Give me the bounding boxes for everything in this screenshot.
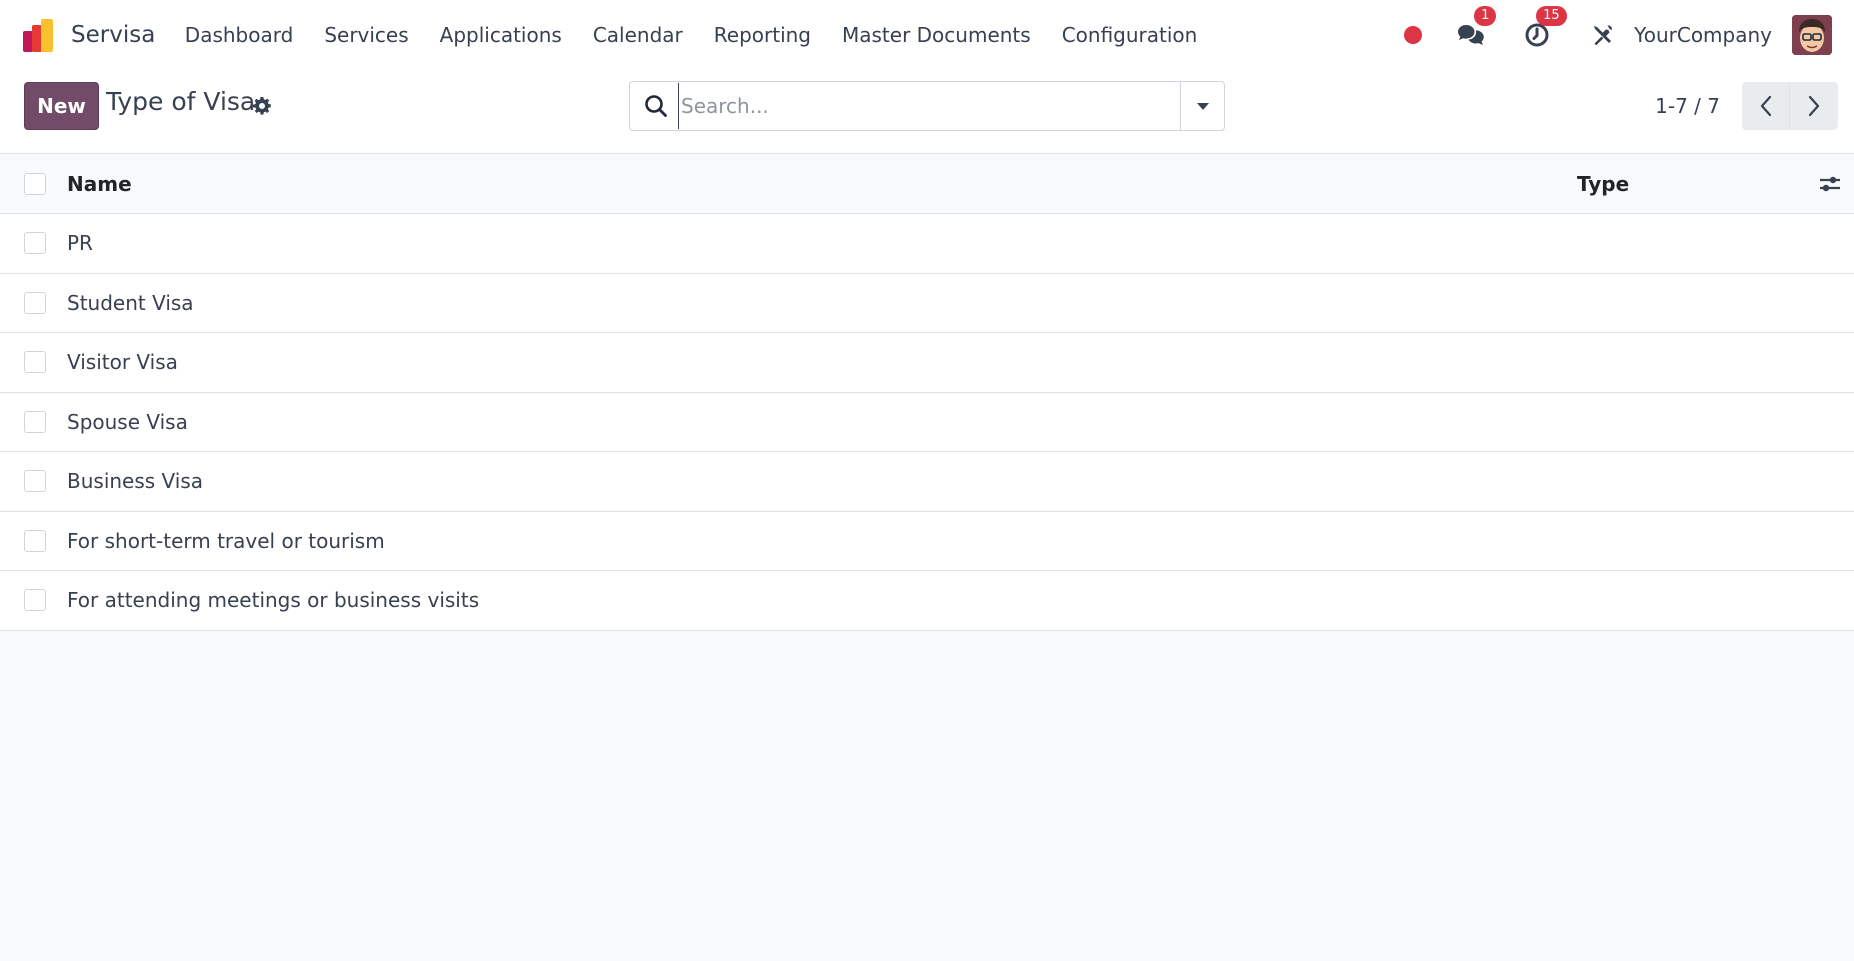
cell-name: Student Visa [67, 290, 194, 315]
pager-value[interactable]: 1-7 / 7 [1655, 94, 1720, 118]
menu-item-dashboard[interactable]: Dashboard [169, 23, 309, 47]
row-checkbox[interactable] [24, 351, 46, 374]
pager-previous-button[interactable] [1742, 82, 1790, 130]
app-name: Servisa [71, 22, 156, 48]
table-row[interactable]: For short-term travel or tourism [0, 512, 1854, 571]
row-checkbox[interactable] [24, 529, 46, 552]
chat-icon [1458, 25, 1484, 45]
chevron-right-icon [1808, 95, 1820, 117]
search-options-toggle[interactable] [1180, 82, 1224, 130]
list-header: Name Type [0, 154, 1854, 214]
optional-columns-icon[interactable] [1818, 172, 1842, 196]
list-view: Name Type PR Student Visa Visitor Visa S… [0, 154, 1854, 631]
chevron-left-icon [1760, 95, 1771, 117]
gear-icon[interactable] [252, 96, 272, 116]
row-checkbox[interactable] [24, 410, 46, 433]
app-brand[interactable]: Servisa [22, 17, 155, 53]
company-switcher[interactable]: YourCompany [1634, 23, 1772, 47]
cell-name: For short-term travel or tourism [67, 528, 385, 553]
pager-next-button[interactable] [1790, 82, 1838, 130]
activities-count-badge: 15 [1536, 6, 1567, 26]
select-all-checkbox[interactable] [24, 172, 46, 195]
activities-button[interactable]: 15 [1522, 6, 1567, 50]
menu-item-reporting[interactable]: Reporting [698, 23, 826, 47]
table-row[interactable]: For attending meetings or business visit… [0, 571, 1854, 631]
recording-indicator[interactable] [1404, 26, 1423, 44]
control-panel: New Type of Visa 1-7 / 7 [0, 70, 1854, 154]
column-header-type[interactable]: Type [1577, 172, 1629, 196]
search-icon [645, 95, 667, 117]
menu-item-services[interactable]: Services [309, 23, 424, 47]
row-checkbox[interactable] [24, 291, 46, 314]
new-button[interactable]: New [24, 82, 99, 130]
menu-item-master-documents[interactable]: Master Documents [827, 23, 1047, 47]
cell-name: Visitor Visa [67, 350, 178, 375]
main-menu: Dashboard Services Applications Calendar… [169, 23, 1213, 47]
cell-name: For attending meetings or business visit… [67, 588, 480, 613]
menu-item-configuration[interactable]: Configuration [1046, 23, 1213, 47]
cell-name: PR [67, 231, 93, 256]
column-header-name[interactable]: Name [67, 172, 132, 196]
tools-icon [1594, 25, 1613, 46]
cell-name: Spouse Visa [67, 409, 188, 434]
debug-tools-button[interactable] [1588, 20, 1618, 50]
search-input[interactable] [678, 83, 1180, 129]
messages-count-badge: 1 [1474, 6, 1497, 26]
avatar-face-icon [1792, 15, 1832, 55]
top-navbar: Servisa Dashboard Services Applications … [0, 0, 1854, 70]
cell-name: Business Visa [67, 469, 204, 494]
user-avatar[interactable] [1792, 15, 1832, 55]
table-row[interactable]: PR [0, 214, 1854, 274]
table-row[interactable]: Student Visa [0, 274, 1854, 333]
table-row[interactable]: Visitor Visa [0, 333, 1854, 393]
row-checkbox[interactable] [24, 470, 46, 493]
messages-button[interactable]: 1 [1456, 6, 1497, 50]
caret-down-icon [1196, 103, 1209, 110]
menu-item-applications[interactable]: Applications [424, 23, 577, 47]
search-bar [629, 81, 1225, 131]
systray: 1 15 YourCompany [1404, 6, 1832, 55]
row-checkbox[interactable] [24, 589, 46, 612]
row-checkbox[interactable] [24, 232, 46, 255]
table-row[interactable]: Spouse Visa [0, 393, 1854, 452]
table-row[interactable]: Business Visa [0, 452, 1854, 512]
page-title: Type of Visa [106, 87, 256, 116]
app-logo-icon [23, 19, 53, 52]
pager-buttons [1742, 82, 1838, 130]
menu-item-calendar[interactable]: Calendar [577, 23, 698, 47]
